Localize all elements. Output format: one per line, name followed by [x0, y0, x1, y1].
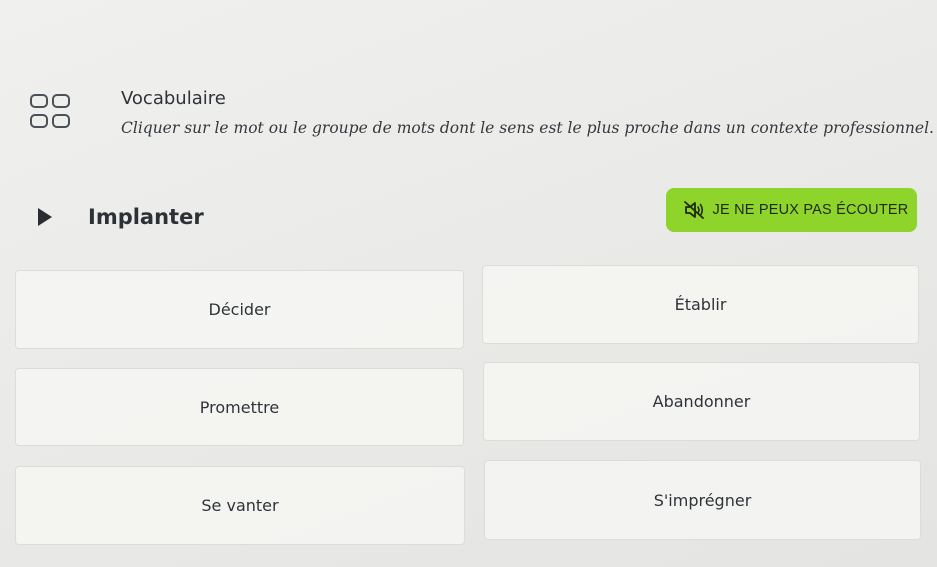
speaker-muted-icon: [683, 201, 704, 219]
answer-option-label: Promettre: [199, 397, 280, 417]
question-word: Implanter: [88, 205, 204, 229]
answer-option-se-vanter[interactable]: Se vanter: [15, 466, 465, 545]
answer-option-label: Décider: [208, 300, 271, 319]
answer-option-label: Se vanter: [201, 496, 279, 515]
answer-option-label: S'imprégner: [653, 490, 752, 510]
answer-option-label: Établir: [674, 295, 727, 314]
exercise-instruction: Cliquer sur le mot ou le groupe de mots …: [121, 119, 934, 137]
answer-option-promettre[interactable]: Promettre: [15, 368, 464, 446]
play-icon: [38, 208, 52, 226]
exercise-header: Vocabulaire Cliquer sur le mot ou le gro…: [30, 86, 934, 146]
cannot-listen-label: JE NE PEUX PAS ÉCOUTER: [712, 202, 909, 218]
exercise-title: Vocabulaire: [121, 88, 226, 109]
answer-option-etablir[interactable]: Établir: [482, 265, 919, 344]
play-audio-button[interactable]: [34, 205, 58, 229]
answer-option-abandonner[interactable]: Abandonner: [483, 362, 920, 441]
answer-option-label: Abandonner: [652, 392, 751, 411]
cannot-listen-button[interactable]: JE NE PEUX PAS ÉCOUTER: [666, 188, 917, 232]
answer-option-decider[interactable]: Décider: [15, 270, 464, 349]
grid-icon: [30, 94, 78, 134]
answer-option-s-impregner[interactable]: S'imprégner: [484, 460, 921, 540]
